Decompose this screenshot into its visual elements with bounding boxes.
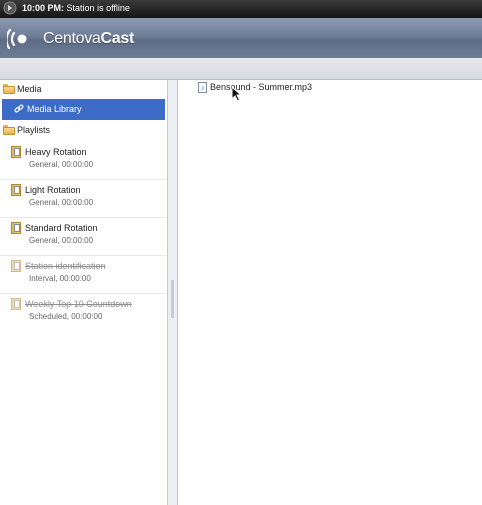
file-name: Bensound - Summer.mp3 xyxy=(210,82,313,92)
playlist-meta: General, 00:00:00 xyxy=(29,236,94,245)
file-item[interactable]: ♪ Bensound - Summer.mp3 xyxy=(198,82,318,94)
mouse-cursor-icon xyxy=(231,86,243,102)
playlist-name: Weekly Top 10 Countdown xyxy=(25,299,132,309)
playlist-name: Light Rotation xyxy=(25,185,81,195)
playlist-item-heavy-rotation[interactable]: Heavy Rotation General, 00:00:00 xyxy=(0,141,167,180)
tree-item-playlists[interactable]: Playlists xyxy=(0,124,167,138)
playlist-icon xyxy=(11,184,22,196)
toolbar xyxy=(0,58,482,80)
playlist-item-light-rotation[interactable]: Light Rotation General, 00:00:00 xyxy=(0,179,167,218)
centovacast-logo-icon xyxy=(7,28,27,50)
playlist-meta: General, 00:00:00 xyxy=(29,160,94,169)
link-icon xyxy=(14,104,24,113)
app-logo[interactable]: CentovaCast xyxy=(43,30,134,48)
status-message: Station is offline xyxy=(66,3,130,13)
playlist-item-standard-rotation[interactable]: Standard Rotation General, 00:00:00 xyxy=(0,217,167,256)
status-time: 10:00 PM: xyxy=(22,3,65,13)
playlist-item-weekly-top-10-countdown[interactable]: Weekly Top 10 Countdown Scheduled, 00:00… xyxy=(0,293,167,331)
playlist-name: Heavy Rotation xyxy=(25,147,87,157)
playlist-icon xyxy=(11,298,22,310)
tree-label-playlists: Playlists xyxy=(17,125,51,135)
playlist-name: Standard Rotation xyxy=(25,223,98,233)
playlist-item-station-identification[interactable]: Station identification Interval, 00:00:0… xyxy=(0,255,167,294)
status-text: 10:00 PM: Station is offline xyxy=(22,3,130,14)
audio-file-icon: ♪ xyxy=(198,82,207,93)
status-bar: 10:00 PM: Station is offline xyxy=(0,0,482,18)
playlist-icon xyxy=(11,146,22,158)
logo-text-part2: Cast xyxy=(100,30,135,47)
folder-icon xyxy=(3,84,15,94)
splitter-grip[interactable] xyxy=(171,280,174,318)
tree-label-media: Media xyxy=(17,84,42,94)
folder-icon xyxy=(3,125,15,135)
logo-text-part1: Centova xyxy=(43,30,101,47)
playlist-name: Station identification xyxy=(25,261,106,271)
broadcast-status-icon xyxy=(3,1,17,15)
panel-splitter[interactable] xyxy=(167,80,178,505)
sidebar-item-media-library[interactable]: Media Library xyxy=(2,99,165,120)
media-library-panel xyxy=(178,80,482,505)
playlist-meta: General, 00:00:00 xyxy=(29,198,94,207)
playlist-icon xyxy=(11,260,22,272)
playlist-icon xyxy=(11,222,22,234)
app-header: CentovaCast xyxy=(0,18,482,58)
tree-item-media[interactable]: Media xyxy=(0,83,167,97)
playlist-meta: Interval, 00:00:00 xyxy=(29,274,91,283)
media-library-label: Media Library xyxy=(27,104,82,114)
playlist-meta: Scheduled, 00:00:00 xyxy=(29,312,103,321)
